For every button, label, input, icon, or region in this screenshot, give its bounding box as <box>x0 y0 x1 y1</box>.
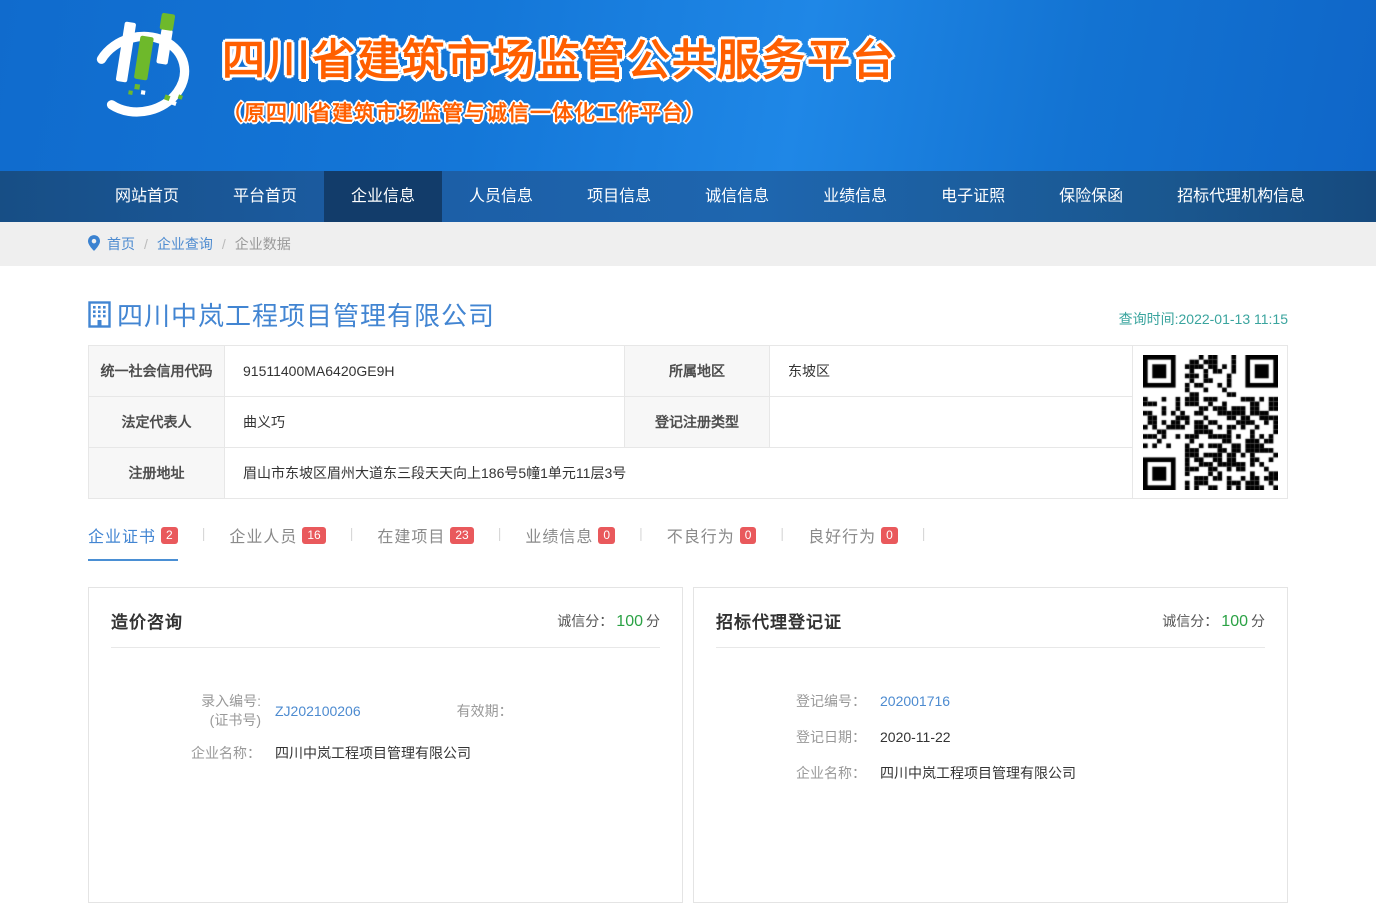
region-label: 所属地区 <box>625 346 770 397</box>
tab-enterprise-personnel[interactable]: 企业人员 16 <box>229 523 325 559</box>
main-content: 四川中岚工程项目管理有限公司 查询时间:2022-01-13 11:15 统一社… <box>88 296 1288 903</box>
certificate-number-label: 录入编号: (证书号) <box>149 692 261 730</box>
company-name-value: 四川中岚工程项目管理有限公司 <box>880 764 1076 783</box>
logo-graphic <box>88 8 196 124</box>
tab-bad-behavior[interactable]: 不良行为 0 <box>667 523 757 559</box>
site-title: 四川省建筑市场监管公共服务平台 <box>222 26 897 88</box>
tab-separator: | <box>202 523 206 541</box>
company-info-area: 统一社会信用代码 91511400MA6420GE9H 所属地区 东坡区 法定代… <box>88 345 1288 499</box>
location-pin-icon <box>88 235 100 251</box>
query-time: 查询时间:2022-01-13 11:15 <box>1119 309 1288 333</box>
tab-performance-info[interactable]: 业绩信息 0 <box>525 523 615 559</box>
nav-item-enterprise-info[interactable]: 企业信息 <box>324 171 442 222</box>
breadcrumb-separator: / <box>144 236 148 252</box>
main-nav: 网站首页 平台首页 企业信息 人员信息 项目信息 诚信信息 业绩信息 电子证照 … <box>0 171 1376 222</box>
legal-rep-value: 曲义巧 <box>225 397 625 448</box>
company-name-value: 四川中岚工程项目管理有限公司 <box>275 744 471 763</box>
reg-type-value <box>770 397 1133 448</box>
breadcrumb-enterprise-query[interactable]: 企业查询 <box>157 234 213 254</box>
tab-separator: | <box>498 523 502 541</box>
breadcrumb: 首页 / 企业查询 / 企业数据 <box>88 222 1288 266</box>
breadcrumb-bar: 首页 / 企业查询 / 企业数据 <box>0 222 1376 266</box>
card-title: 招标代理登记证 <box>716 608 842 633</box>
breadcrumb-home[interactable]: 首页 <box>107 234 135 254</box>
breadcrumb-separator: / <box>222 236 226 252</box>
qr-code <box>1133 345 1288 499</box>
field-row-certificate-number: 录入编号: (证书号) ZJ202100206 有效期： <box>149 692 660 730</box>
credit-score: 诚信分：100分 <box>557 611 660 631</box>
count-badge: 16 <box>302 527 325 544</box>
card-title: 造价咨询 <box>111 608 183 633</box>
count-badge: 23 <box>450 527 473 544</box>
legal-rep-label: 法定代表人 <box>89 397 225 448</box>
credit-code-label: 统一社会信用代码 <box>89 346 225 397</box>
company-info-table: 统一社会信用代码 91511400MA6420GE9H 所属地区 东坡区 法定代… <box>88 345 1133 499</box>
credit-score: 诚信分：100分 <box>1162 611 1265 631</box>
table-row: 统一社会信用代码 91511400MA6420GE9H 所属地区 东坡区 <box>89 346 1133 397</box>
site-subtitle: （原四川省建筑市场监管与诚信一体化工作平台） <box>222 97 897 127</box>
count-badge: 0 <box>598 527 615 544</box>
region-value: 东坡区 <box>770 346 1133 397</box>
certificate-card-cost-consulting: 造价咨询 诚信分：100分 录入编号: (证书号) ZJ202100206 有效… <box>88 587 683 903</box>
company-name-label: 企业名称： <box>754 764 866 783</box>
count-badge: 0 <box>740 527 757 544</box>
address-value: 眉山市东坡区眉州大道东三段天天向上186号5幢1单元11层3号 <box>225 448 1133 499</box>
score-value: 100 <box>1221 613 1248 630</box>
qr-code-image <box>1143 355 1278 490</box>
field-row-registration-number: 登记编号： 202001716 <box>754 692 1265 711</box>
certificate-cards: 造价咨询 诚信分：100分 录入编号: (证书号) ZJ202100206 有效… <box>88 587 1288 903</box>
registration-date-value: 2020-11-22 <box>880 728 951 747</box>
field-row-registration-date: 登记日期： 2020-11-22 <box>754 728 1265 747</box>
count-badge: 0 <box>881 527 898 544</box>
address-label: 注册地址 <box>89 448 225 499</box>
certificate-card-bidding-agency-registration: 招标代理登记证 诚信分：100分 登记编号： 202001716 登记日期： 2… <box>693 587 1288 903</box>
nav-item-platform-home[interactable]: 平台首页 <box>206 171 324 222</box>
credit-code-value: 91511400MA6420GE9H <box>225 346 625 397</box>
nav-item-e-certificate[interactable]: 电子证照 <box>914 171 1032 222</box>
tab-separator: | <box>639 523 643 541</box>
building-icon <box>88 301 111 328</box>
nav-item-project-info[interactable]: 项目信息 <box>560 171 678 222</box>
certificate-number-link[interactable]: ZJ202100206 <box>275 702 361 721</box>
field-row-company-name: 企业名称： 四川中岚工程项目管理有限公司 <box>149 744 660 763</box>
nav-item-personnel-info[interactable]: 人员信息 <box>442 171 560 222</box>
nav-item-site-home[interactable]: 网站首页 <box>88 171 206 222</box>
company-name-label: 企业名称： <box>149 744 261 763</box>
reg-type-label: 登记注册类型 <box>625 397 770 448</box>
count-badge: 2 <box>161 527 178 544</box>
tab-separator: | <box>350 523 354 541</box>
table-row: 法定代表人 曲义巧 登记注册类型 <box>89 397 1133 448</box>
registration-number-label: 登记编号： <box>754 692 866 711</box>
score-value: 100 <box>616 613 643 630</box>
site-header: 四川省建筑市场监管公共服务平台 （原四川省建筑市场监管与诚信一体化工作平台） <box>0 0 1376 171</box>
tab-enterprise-certificates[interactable]: 企业证书 2 <box>88 523 178 561</box>
nav-item-insurance[interactable]: 保险保函 <box>1032 171 1150 222</box>
tab-separator: | <box>922 523 926 541</box>
table-row: 注册地址 眉山市东坡区眉州大道东三段天天向上186号5幢1单元11层3号 <box>89 448 1133 499</box>
registration-date-label: 登记日期： <box>754 728 866 747</box>
tab-separator: | <box>780 523 784 541</box>
breadcrumb-current: 企业数据 <box>235 234 291 254</box>
tab-row: 企业证书 2 | 企业人员 16 | 在建项目 23 | 业绩信息 0 | 不良… <box>88 523 1288 561</box>
nav-item-credit-info[interactable]: 诚信信息 <box>678 171 796 222</box>
nav-item-performance-info[interactable]: 业绩信息 <box>796 171 914 222</box>
site-logo <box>88 8 196 124</box>
field-row-company-name: 企业名称： 四川中岚工程项目管理有限公司 <box>754 764 1265 783</box>
nav-item-bidding-agency[interactable]: 招标代理机构信息 <box>1150 171 1332 222</box>
tab-good-behavior[interactable]: 良好行为 0 <box>808 523 898 559</box>
page-title-company-name: 四川中岚工程项目管理有限公司 <box>117 296 495 333</box>
validity-label: 有效期： <box>457 702 513 721</box>
registration-number-link[interactable]: 202001716 <box>880 692 950 711</box>
tab-projects-under-construction[interactable]: 在建项目 23 <box>377 523 473 559</box>
